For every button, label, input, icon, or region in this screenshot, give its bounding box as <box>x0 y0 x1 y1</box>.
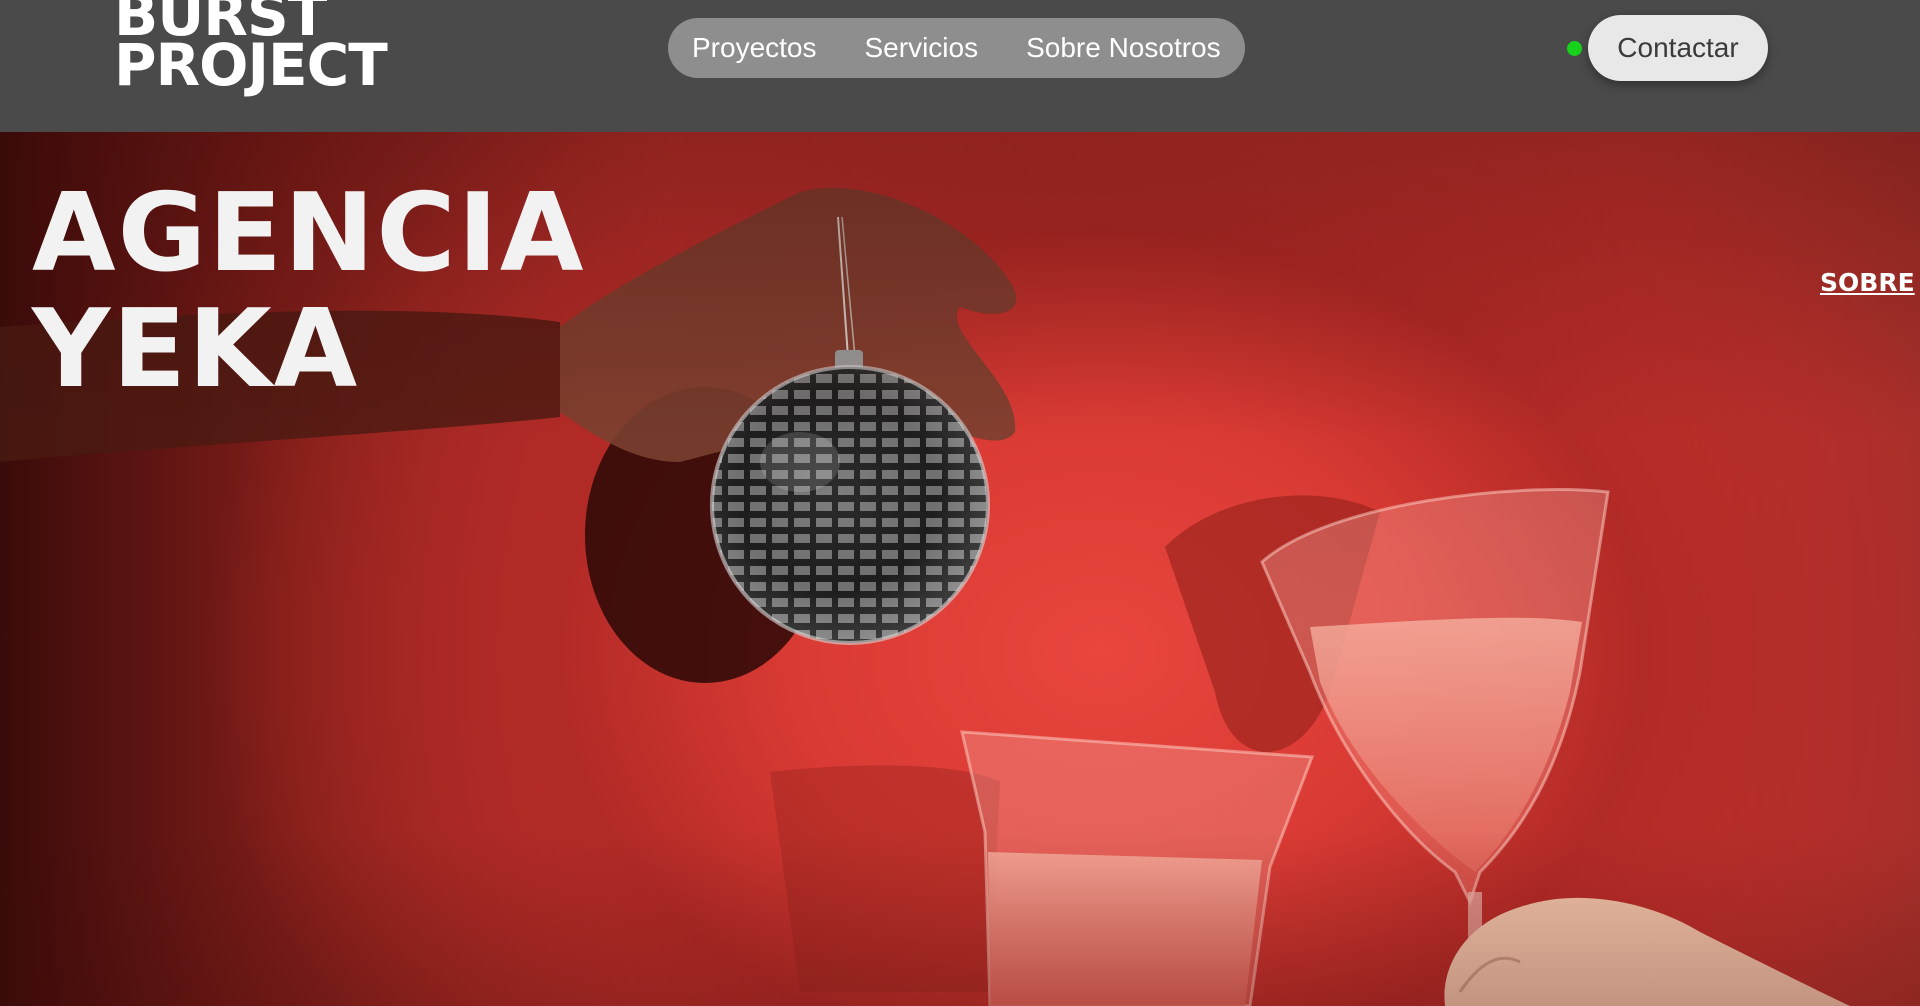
about-link[interactable]: SOBRE <box>1820 268 1915 297</box>
hero-section: AGENCIA YEKA SOBRE <box>0 132 1920 1006</box>
logo[interactable]: BURST PROJECT <box>114 0 388 99</box>
hero-title-line-2: YEKA <box>32 287 360 412</box>
site-header: BURST PROJECT Proyectos Servicios Sobre … <box>0 0 1920 132</box>
nav-item-sobre-nosotros[interactable]: Sobre Nosotros <box>1026 32 1221 64</box>
nav-item-servicios[interactable]: Servicios <box>865 32 979 64</box>
logo-line-2: PROJECT <box>114 31 388 99</box>
hero-title-line-1: AGENCIA <box>32 171 586 296</box>
hero-title: AGENCIA YEKA <box>32 176 585 408</box>
nav-item-proyectos[interactable]: Proyectos <box>692 32 817 64</box>
contact-button[interactable]: Contactar <box>1588 15 1768 81</box>
main-nav: Proyectos Servicios Sobre Nosotros <box>668 18 1245 78</box>
status-dot-icon <box>1567 41 1582 56</box>
